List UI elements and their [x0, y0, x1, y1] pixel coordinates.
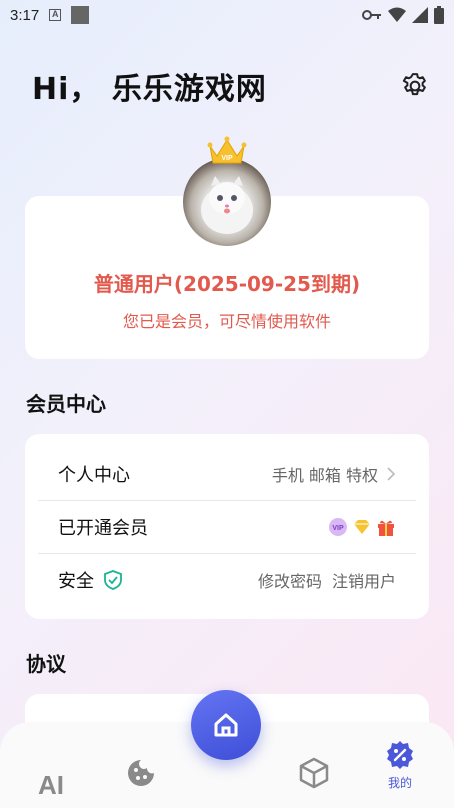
member-subtitle: 您已是会员，可尽情使用软件: [122, 312, 331, 331]
avatar[interactable]: [183, 158, 271, 246]
diamond-icon: [354, 520, 370, 534]
battery-icon: [434, 6, 444, 24]
personal-detail: 手机 邮箱 特权: [271, 465, 378, 485]
home-icon: [214, 713, 238, 737]
svg-text:VIP: VIP: [332, 525, 344, 532]
personal-label: 个人中心: [58, 464, 130, 486]
header: Hi， 乐乐游戏网: [32, 64, 430, 108]
cat-photo: [201, 176, 253, 234]
avatar-wrap[interactable]: VIP: [183, 136, 271, 246]
nav-mine[interactable]: 我的: [380, 740, 420, 791]
menu-row-security: 安全 修改密码 注销用户: [38, 553, 416, 606]
cancel-account-link[interactable]: 注销用户: [332, 568, 396, 592]
greeting-title: Hi， 乐乐游戏网: [32, 72, 267, 107]
vpn-key-icon: [362, 10, 381, 20]
percent-badge-icon: [387, 741, 413, 769]
menu-row-personal[interactable]: 个人中心 手机 邮箱 特权: [38, 447, 416, 500]
notification-square-icon: [71, 6, 90, 24]
section-agreement: 协议: [26, 652, 66, 676]
change-password-link[interactable]: 修改密码: [258, 568, 322, 592]
security-label: 安全: [58, 571, 94, 592]
chevron-right-icon: [387, 466, 396, 481]
membership-label: 已开通会员: [58, 518, 148, 539]
notification-a-icon: A: [49, 9, 62, 21]
cube-icon[interactable]: [298, 757, 330, 789]
cookie-icon[interactable]: [125, 757, 157, 789]
member-menu-card: 个人中心 手机 邮箱 特权 已开通会员 VIP 安全 修改密码 注销用户: [25, 434, 429, 619]
gear-icon[interactable]: [400, 71, 430, 101]
menu-row-membership[interactable]: 已开通会员 VIP: [38, 500, 416, 553]
status-bar: 3:17 A: [0, 0, 454, 30]
member-status: 普通用户(2025-09-25到期): [93, 272, 361, 296]
signal-icon: [412, 7, 428, 23]
shield-check-icon: [104, 570, 122, 590]
gift-icon: [378, 520, 394, 536]
nav-mine-label: 我的: [387, 776, 412, 790]
vip-badge-icon: VIP: [329, 518, 347, 536]
home-button[interactable]: [191, 690, 261, 760]
wifi-icon: [388, 7, 406, 22]
svg-text:VIP: VIP: [221, 155, 233, 162]
vip-crown-icon: VIP: [207, 136, 247, 164]
status-time: 3:17: [10, 6, 40, 24]
nav-ai[interactable]: AI: [38, 770, 64, 801]
section-member-center: 会员中心: [26, 392, 106, 416]
